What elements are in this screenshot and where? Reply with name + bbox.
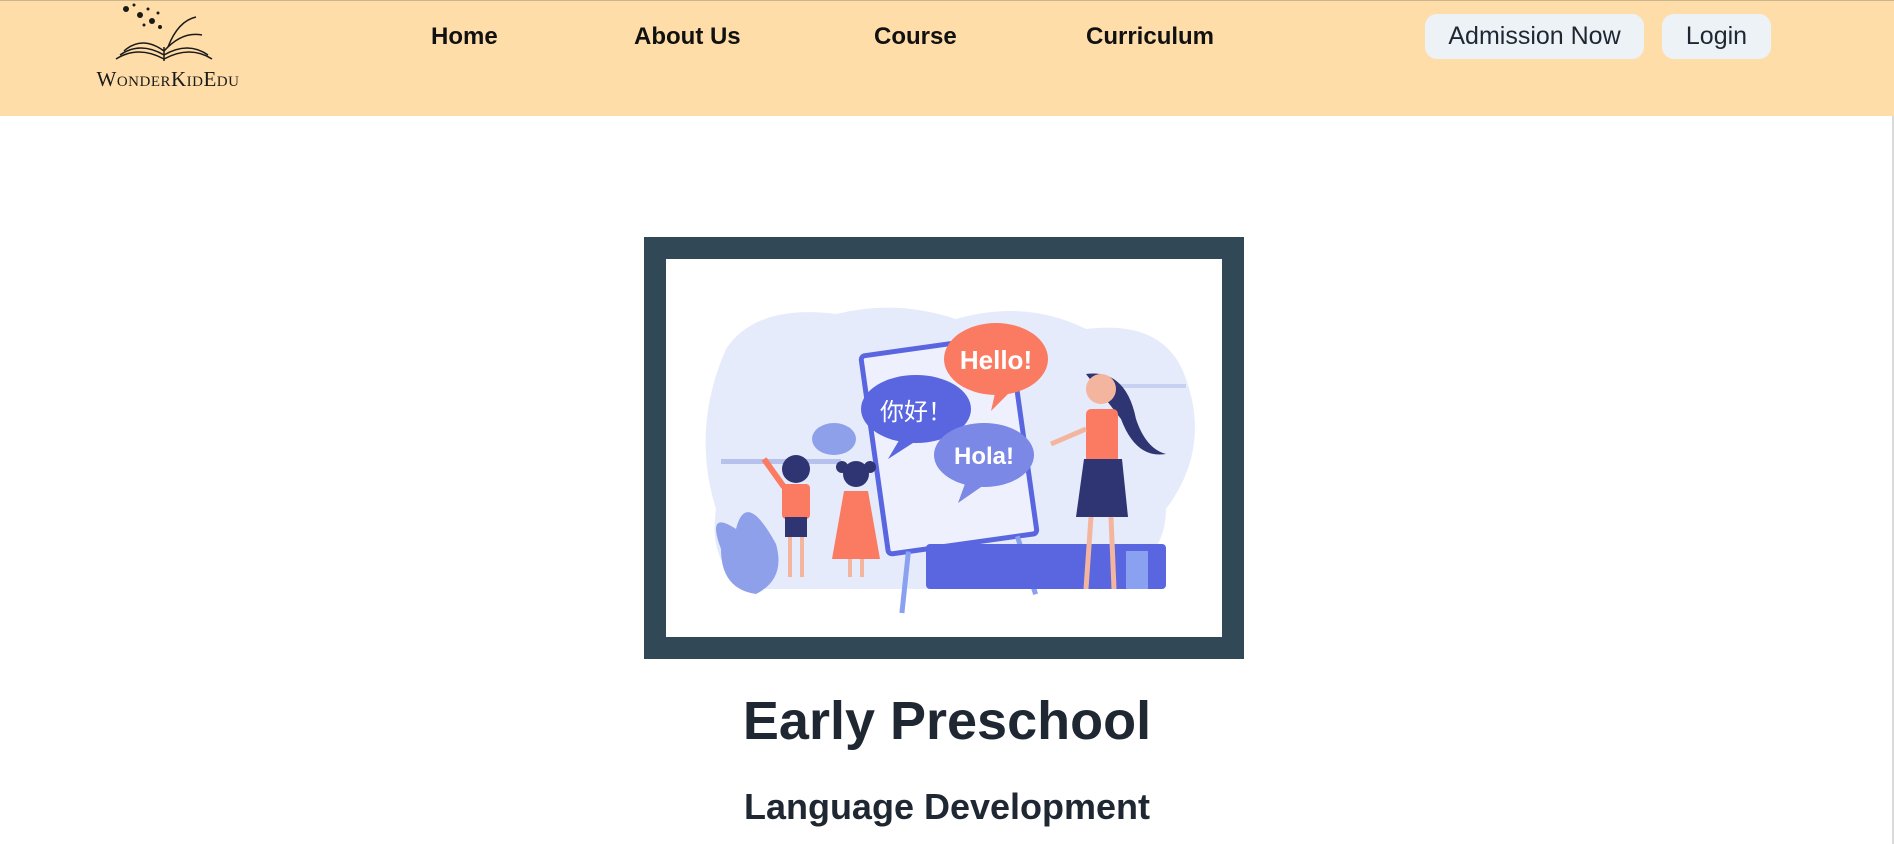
section-subtitle: Language Development (743, 786, 1151, 827)
nav-course[interactable]: Course (874, 23, 957, 51)
site-header: WonderKidEdu Home About Us Course Curric… (0, 0, 1894, 116)
admission-now-button[interactable]: Admission Now (1425, 14, 1644, 59)
bubble-hola: Hola! (954, 443, 1014, 470)
bubble-hello: Hello! (960, 345, 1032, 375)
nav-home[interactable]: Home (431, 23, 498, 51)
course-illustration: Hello! 你好！ Hola! (666, 259, 1222, 637)
bubble-nihao: 你好！ (880, 398, 952, 426)
brand-logo[interactable]: WonderKidEdu (78, 1, 258, 93)
open-book-icon (115, 3, 213, 61)
brand-name: WonderKidEdu (96, 67, 240, 91)
page-title: Early Preschool (742, 691, 1152, 751)
language-class-illustration: Hello! 你好！ Hola! (705, 307, 1195, 614)
nav-about-us[interactable]: About Us (634, 23, 741, 51)
course-image-frame: Hello! 你好！ Hola! (644, 237, 1244, 659)
login-button[interactable]: Login (1662, 14, 1771, 59)
nav-curriculum[interactable]: Curriculum (1086, 23, 1214, 51)
